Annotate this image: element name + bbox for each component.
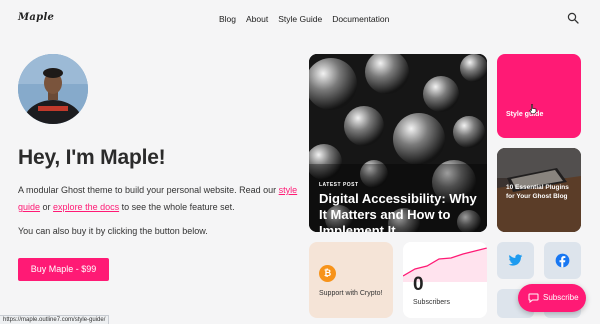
style-guide-tag-card[interactable]: Style guide bbox=[497, 54, 581, 138]
subscriber-count: 0 bbox=[413, 274, 424, 295]
desc-text-3: to see the whole feature set. bbox=[119, 202, 235, 212]
latest-post-label: LATEST POST bbox=[319, 182, 359, 188]
hero-description: A modular Ghost theme to build your pers… bbox=[18, 182, 303, 216]
subscribe-button[interactable]: Subscribe bbox=[518, 284, 586, 312]
style-guide-tag-label: Style guide bbox=[506, 111, 544, 118]
nav-item-blog[interactable]: Blog bbox=[219, 14, 236, 24]
hero-note: You can also buy it by clicking the butt… bbox=[18, 226, 208, 236]
desc-text-2: or bbox=[40, 202, 54, 212]
latest-post-title[interactable]: Digital Accessibility: Why It Matters an… bbox=[319, 191, 484, 232]
subscriber-label: Subscribers bbox=[413, 299, 450, 306]
crypto-card[interactable]: ₿ Support with Crypto! bbox=[309, 242, 393, 318]
hand-cursor-icon bbox=[529, 104, 537, 114]
subscribe-label: Subscribe bbox=[543, 293, 579, 302]
nav-item-style-guide[interactable]: Style Guide bbox=[278, 14, 322, 24]
site-logo[interactable]: Maple bbox=[18, 12, 54, 23]
nav-item-documentation[interactable]: Documentation bbox=[332, 14, 389, 24]
main-nav: Blog About Style Guide Documentation bbox=[219, 14, 389, 24]
hero-title: Hey, I'm Maple! bbox=[18, 146, 166, 169]
plugins-post-title: 10 Essential Plugins for Your Ghost Blog bbox=[506, 184, 569, 200]
site-header: Maple Blog About Style Guide Documentati… bbox=[0, 0, 600, 40]
subscribe-icon bbox=[528, 293, 539, 303]
plugins-post-card[interactable]: 10 Essential Plugins for Your Ghost Blog bbox=[497, 148, 581, 232]
bitcoin-icon: ₿ bbox=[319, 265, 336, 282]
crypto-label: Support with Crypto! bbox=[319, 290, 383, 297]
facebook-icon bbox=[555, 253, 570, 268]
desc-text-1: A modular Ghost theme to build your pers… bbox=[18, 185, 279, 195]
subscribers-card: 0 Subscribers bbox=[403, 242, 487, 318]
facebook-link[interactable] bbox=[544, 242, 581, 279]
twitter-link[interactable] bbox=[497, 242, 534, 279]
avatar bbox=[18, 54, 88, 124]
nav-item-about[interactable]: About bbox=[246, 14, 268, 24]
buy-button[interactable]: Buy Maple - $99 bbox=[18, 258, 109, 281]
latest-post-card[interactable]: LATEST POST Digital Accessibility: Why I… bbox=[309, 54, 487, 232]
explore-docs-link[interactable]: explore the docs bbox=[53, 202, 119, 212]
search-icon[interactable] bbox=[567, 12, 579, 24]
twitter-icon bbox=[508, 254, 523, 266]
status-bar-url: https://maple.outline7.com/style-guide/ bbox=[0, 315, 110, 324]
